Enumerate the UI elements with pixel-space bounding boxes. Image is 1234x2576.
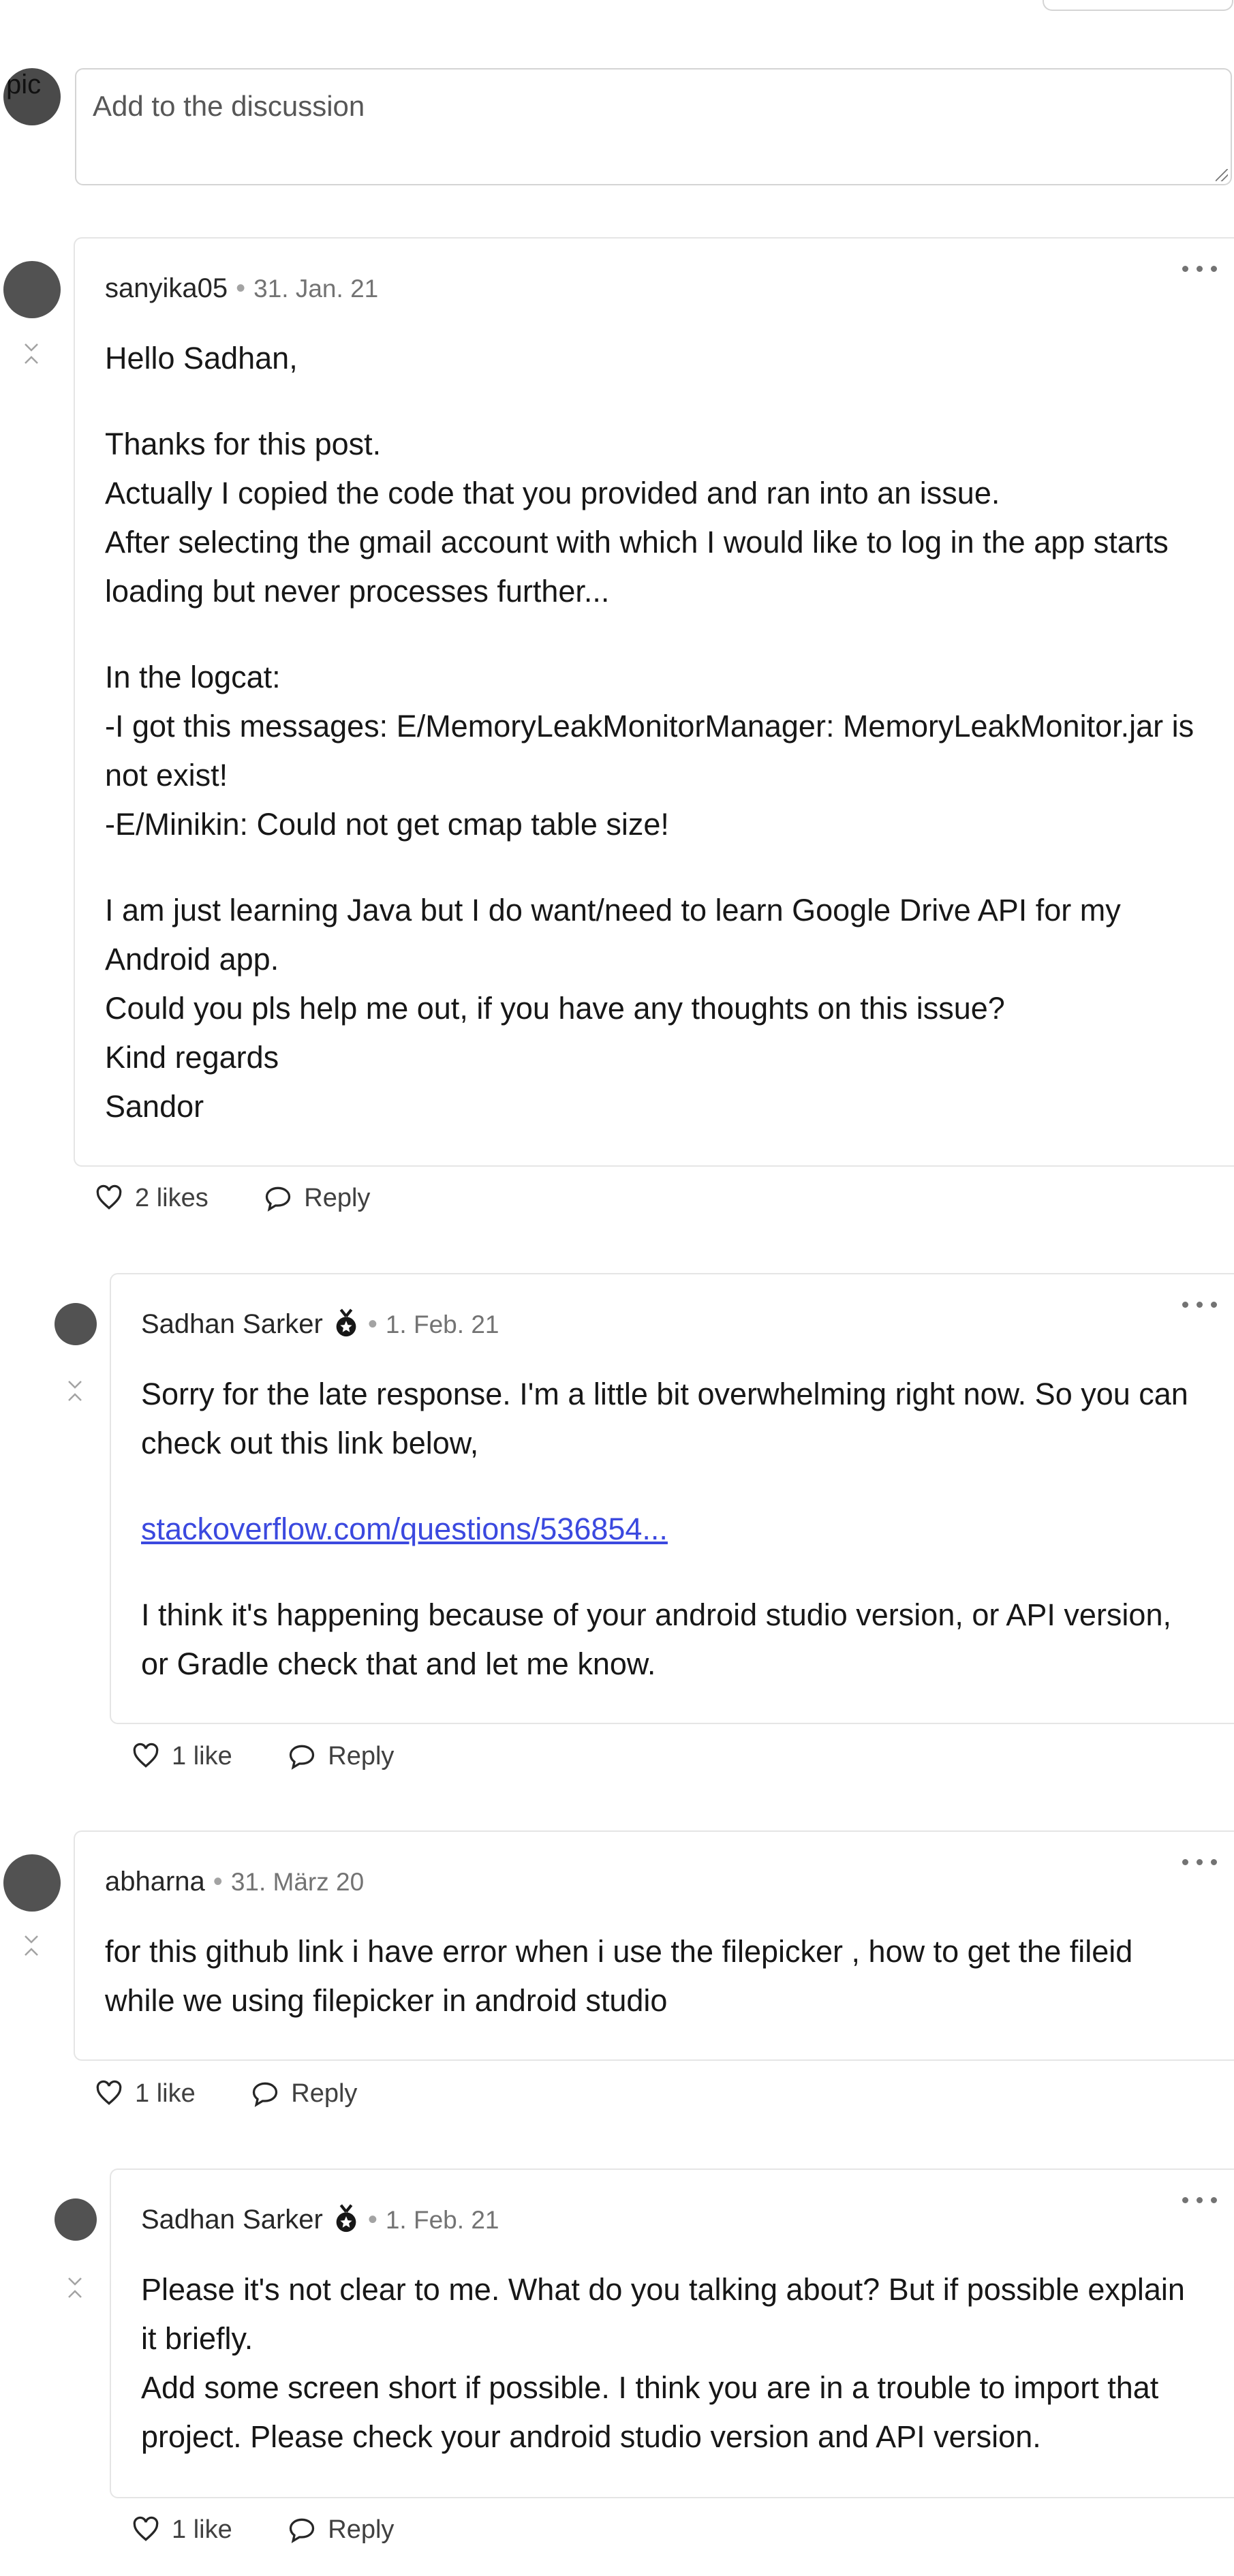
like-button[interactable]: 1 like (94, 2079, 196, 2109)
comment-paragraph: Hello Sadhan, (105, 341, 298, 375)
collapse-thread-icon[interactable] (23, 1934, 40, 1957)
collapse-thread-icon[interactable] (67, 2276, 83, 2299)
discussion-input[interactable] (76, 70, 1231, 184)
more-options-icon[interactable] (1179, 256, 1220, 281)
more-options-icon[interactable] (1179, 1850, 1220, 1874)
more-options-icon[interactable] (1179, 1292, 1220, 1317)
like-button[interactable]: 1 like (131, 1741, 232, 1771)
reply-button[interactable]: Reply (250, 2079, 357, 2109)
like-button[interactable]: 2 likes (94, 1183, 209, 1213)
comment-author[interactable]: Sadhan Sarker (141, 1309, 323, 1339)
comment-meta: sanyika05 • 31. Jan. 21 (105, 271, 378, 306)
comment-actions: 1 like Reply (94, 2079, 405, 2115)
comment-meta: Sadhan Sarker • 1. Feb. 21 (141, 2203, 499, 2237)
comment-card: sanyika05 • 31. Jan. 21 Hello Sadhan, Than… (74, 237, 1234, 1167)
heart-icon (96, 2080, 122, 2105)
comment-author[interactable]: Sadhan Sarker (141, 2205, 323, 2235)
like-button[interactable]: 1 like (131, 2515, 232, 2545)
meta-separator: • (367, 1309, 377, 1339)
avatar[interactable] (55, 1303, 97, 1345)
comment-bubble-icon (266, 1186, 291, 1212)
meta-separator: • (213, 1867, 223, 1897)
reply-button[interactable]: Reply (263, 1183, 370, 1213)
more-options-icon[interactable] (1179, 2188, 1220, 2212)
comment-body: Sorry for the late response. I'm a littl… (141, 1370, 1207, 1689)
avatar[interactable] (55, 2198, 97, 2241)
comment-card: abharna • 31. März 20 for this github link… (74, 1830, 1234, 2061)
comment-meta: Sadhan Sarker • 1. Feb. 21 (141, 1307, 499, 1342)
comment-paragraph: Sorry for the late response. I'm a littl… (141, 1377, 1188, 1460)
meta-separator: • (367, 2205, 377, 2235)
comment-paragraph: In the logcat: -I got this messages: E/Me… (105, 660, 1194, 842)
author-badge-icon (336, 2204, 356, 2233)
resize-handle-icon[interactable] (1216, 169, 1228, 181)
collapse-thread-icon[interactable] (23, 342, 40, 365)
comment-actions: 1 like Reply (131, 1741, 442, 1778)
comment-link[interactable]: stackoverflow.com/questions/536854... (141, 1512, 668, 1546)
comment-bubble-icon (253, 2082, 278, 2107)
collapse-thread-icon[interactable] (67, 1379, 83, 1402)
comment-author[interactable]: abharna (105, 1867, 205, 1897)
comment-date[interactable]: 31. März 20 (231, 1868, 364, 1896)
avatar[interactable] (3, 261, 61, 318)
comment-date[interactable]: 1. Feb. 21 (386, 1310, 499, 1338)
comment-paragraph: Please it's not clear to me. What do you… (141, 2272, 1185, 2454)
comment-meta: abharna • 31. März 20 (105, 1865, 364, 1899)
avatar[interactable] (3, 1854, 61, 1912)
comment-composer[interactable] (75, 68, 1232, 185)
comment-card: Sadhan Sarker • 1. Feb. 21 Please it's not… (110, 2168, 1234, 2498)
header-button-edge[interactable] (1043, 0, 1233, 11)
current-user-avatar: pic (3, 68, 61, 125)
meta-separator: • (236, 273, 246, 303)
heart-icon (133, 2516, 159, 2541)
comment-body: Please it's not clear to me. What do you… (141, 2265, 1207, 2462)
comment-body: for this github link i have error when i… (105, 1927, 1207, 2025)
comment-author[interactable]: sanyika05 (105, 273, 228, 303)
comment-card: Sadhan Sarker • 1. Feb. 21 Sorry for the l… (110, 1273, 1234, 1724)
comment-paragraph: I think it's happening because of your a… (141, 1597, 1171, 1681)
comment-actions: 1 like Reply (131, 2515, 442, 2551)
comment-date[interactable]: 31. Jan. 21 (253, 275, 378, 303)
comment-bubble-icon (290, 2518, 315, 2543)
comment-paragraph: I am just learning Java but I do want/ne… (105, 893, 1121, 1124)
author-badge-icon (336, 1308, 356, 1337)
heart-icon (96, 1184, 122, 1210)
comment-bubble-icon (290, 1745, 315, 1770)
reply-button[interactable]: Reply (287, 1741, 394, 1771)
comment-actions: 2 likes Reply (94, 1183, 418, 1220)
comment-date[interactable]: 1. Feb. 21 (386, 2206, 499, 2234)
heart-icon (133, 1743, 159, 1768)
comment-paragraph: for this github link i have error when i… (105, 1934, 1133, 2018)
comment-paragraph: Thanks for this post. Actually I copied t… (105, 427, 1169, 609)
reply-button[interactable]: Reply (287, 2515, 394, 2545)
comment-body: Hello Sadhan, Thanks for this post. Actua… (105, 334, 1207, 1131)
comment-paragraph: stackoverflow.com/questions/536854... (141, 1505, 1207, 1554)
